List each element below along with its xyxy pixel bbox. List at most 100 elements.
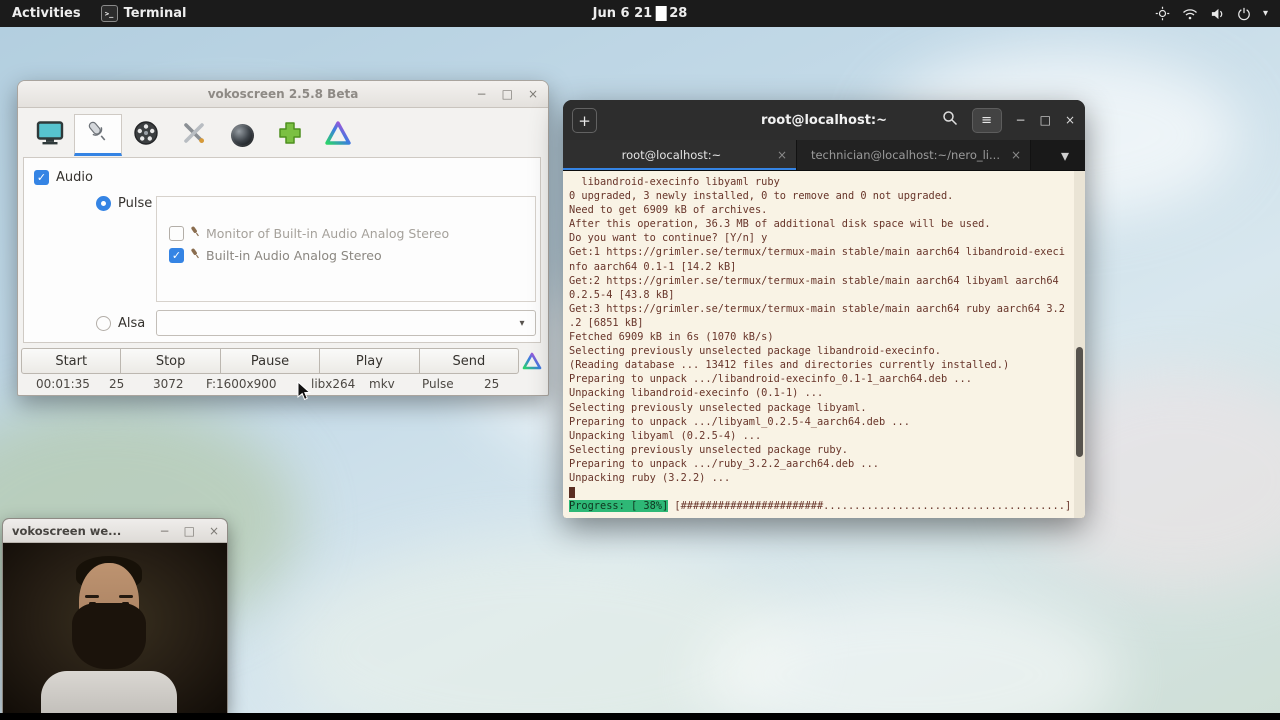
person-eyebrow: [119, 595, 133, 598]
brightness-icon: [1155, 6, 1170, 21]
pulse-device-list: Monitor of Built-in Audio Analog Stereo …: [156, 196, 536, 302]
vokoscreen-window-title: vokoscreen 2.5.8 Beta: [207, 87, 359, 101]
terminal-line: Unpacking libandroid-execinfo (0.1-1) ..…: [569, 387, 824, 400]
status-fps: 25: [109, 377, 125, 391]
vokoscreen-titlebar[interactable]: vokoscreen 2.5.8 Beta − □ ×: [18, 81, 548, 108]
status-codec: libx264: [311, 377, 356, 391]
terminal-cursor-line: [569, 485, 1079, 499]
tab-audio[interactable]: [74, 114, 122, 156]
webcam-video-feed: [3, 543, 227, 713]
vokoscreen-window: vokoscreen 2.5.8 Beta − □ × ✓ Audio Puls…: [17, 80, 549, 396]
clock-prefix: Jun 6 21: [592, 6, 653, 21]
builtin-device-checkbox[interactable]: ✓: [169, 247, 184, 263]
webcam-titlebar[interactable]: vokoscreen we... − □ ×: [3, 519, 227, 543]
terminal-line: Fetched 6909 kB in 6s (1070 kB/s): [569, 331, 774, 344]
terminal-window: + root@localhost:~ ≡ − □ × root@localhos…: [563, 100, 1085, 518]
terminal-line: 0 upgraded, 3 newly installed, 0 to remo…: [569, 190, 954, 203]
new-tab-button[interactable]: +: [572, 108, 597, 133]
alsa-radio[interactable]: [96, 316, 111, 331]
magic-triangle-button[interactable]: [520, 349, 544, 373]
terminal-line: Preparing to unpack .../libandroid-execi…: [569, 373, 972, 386]
tab-video[interactable]: [122, 114, 170, 156]
chevron-down-icon: ▾: [1262, 8, 1268, 19]
tab-close-icon[interactable]: ×: [777, 148, 787, 162]
terminal-line: Get:2 https://grimler.se/termux/termux-m…: [569, 274, 1059, 287]
audio-settings-panel: ✓ Audio Pulse Monitor of Built-in Audio …: [23, 157, 541, 343]
terminal-line: 0.2.5-4 [43.8 kB]: [569, 288, 675, 301]
webcam-close-button[interactable]: ×: [209, 525, 219, 537]
terminal-output[interactable]: libandroid-execinfo libyaml ruby 0 upgra…: [563, 171, 1085, 518]
terminal-line: Do you want to continue? [Y/n] y: [569, 232, 768, 245]
tab-root-localhost[interactable]: root@localhost:~ ×: [563, 140, 797, 170]
screen-icon: [36, 121, 64, 149]
alsa-label: Alsa: [118, 316, 146, 331]
scrollbar-track[interactable]: [1074, 171, 1085, 518]
webcam-maximize-button[interactable]: □: [184, 525, 195, 537]
focused-app-menu[interactable]: >_ Terminal: [100, 5, 187, 22]
webcam-icon: [230, 123, 254, 147]
terminal-line: Preparing to unpack .../libyaml_0.2.5-4_…: [569, 415, 910, 428]
desktop: Activities >_ Terminal Jun 6 21 28 ▾ vok…: [0, 0, 1280, 720]
send-button[interactable]: Send: [418, 348, 520, 374]
minimize-button[interactable]: −: [477, 88, 487, 100]
gnome-top-bar: Activities >_ Terminal Jun 6 21 28 ▾: [0, 0, 1280, 27]
maximize-button[interactable]: □: [502, 88, 513, 100]
tab-webcam[interactable]: [218, 114, 266, 156]
stop-button[interactable]: Stop: [120, 348, 221, 374]
terminal-line: Selecting previously unselected package …: [569, 401, 867, 414]
search-icon[interactable]: [942, 110, 958, 130]
terminal-titlebar[interactable]: + root@localhost:~ ≡ − □ ×: [563, 100, 1085, 140]
start-button[interactable]: Start: [21, 348, 122, 374]
terminal-cursor: [569, 486, 575, 498]
vokoscreen-tab-strip: [26, 114, 362, 156]
terminal-line: Get:1 https://grimler.se/termux/termux-m…: [569, 246, 1065, 259]
pause-button[interactable]: Pause: [219, 348, 321, 374]
tab-about[interactable]: [314, 114, 362, 156]
webcam-minimize-button[interactable]: −: [160, 525, 170, 537]
terminal-close-button[interactable]: ×: [1065, 114, 1075, 126]
terminal-minimize-button[interactable]: −: [1016, 114, 1026, 126]
alsa-device-combobox[interactable]: ▾: [156, 310, 536, 336]
tab-screen[interactable]: [26, 114, 74, 156]
person-beard: [72, 603, 146, 669]
tab-close-icon[interactable]: ×: [1011, 148, 1021, 162]
tab-list-chevron-button[interactable]: ▾: [1045, 140, 1085, 170]
tab-settings[interactable]: [170, 114, 218, 156]
hamburger-menu-button[interactable]: ≡: [971, 107, 1002, 133]
play-button[interactable]: Play: [319, 348, 420, 374]
audio-checkbox-row: ✓ Audio: [34, 170, 93, 185]
scrollbar-thumb[interactable]: [1076, 347, 1083, 457]
terminal-line: .2 [6851 kB]: [569, 316, 644, 329]
pulse-radio[interactable]: [96, 196, 111, 211]
status-container: mkv: [369, 377, 395, 391]
terminal-line: Selecting previously unselected package …: [569, 345, 941, 358]
audio-checkbox[interactable]: ✓: [34, 170, 49, 185]
terminal-line: (Reading database ... 13412 files and di…: [569, 359, 1010, 372]
terminal-line: Need to get 6909 kB of archives.: [569, 204, 768, 217]
clock-suffix: 28: [669, 6, 688, 21]
clock[interactable]: Jun 6 21 28: [592, 6, 688, 21]
tab-extras[interactable]: [266, 114, 314, 156]
microphone-small-icon: [190, 225, 200, 241]
terminal-line: libandroid-execinfo libyaml ruby: [569, 176, 780, 188]
terminal-tab-bar: root@localhost:~ × technician@localhost:…: [563, 140, 1085, 171]
builtin-device-label: Built-in Audio Analog Stereo: [206, 247, 382, 263]
terminal-maximize-button[interactable]: □: [1040, 114, 1051, 126]
system-status-area[interactable]: ▾: [1155, 6, 1280, 21]
tools-icon: [181, 120, 207, 150]
terminal-line: Get:3 https://grimler.se/termux/termux-m…: [569, 302, 1065, 315]
apt-progress-line: Progress: [ 38%] [######################…: [569, 499, 1079, 513]
activities-button[interactable]: Activities: [12, 6, 81, 21]
power-icon: [1237, 7, 1251, 21]
terminal-line: After this operation, 36.3 MB of additio…: [569, 218, 991, 231]
focused-app-label: Terminal: [123, 6, 187, 21]
pulse-radio-row: Pulse: [96, 196, 152, 211]
monitor-device-checkbox[interactable]: [169, 225, 184, 241]
close-button[interactable]: ×: [528, 88, 538, 100]
combobox-arrow-icon: ▾: [519, 317, 525, 329]
screencast-indicator: [655, 6, 667, 21]
vokoscreen-status-bar: 00:01:35 25 3072 F:1600x900 libx264 mkv …: [18, 375, 548, 395]
pulse-label: Pulse: [118, 196, 153, 211]
tab-technician-localhost[interactable]: technician@localhost:~/nero_li... ×: [797, 140, 1031, 170]
film-reel-icon: [133, 120, 159, 150]
